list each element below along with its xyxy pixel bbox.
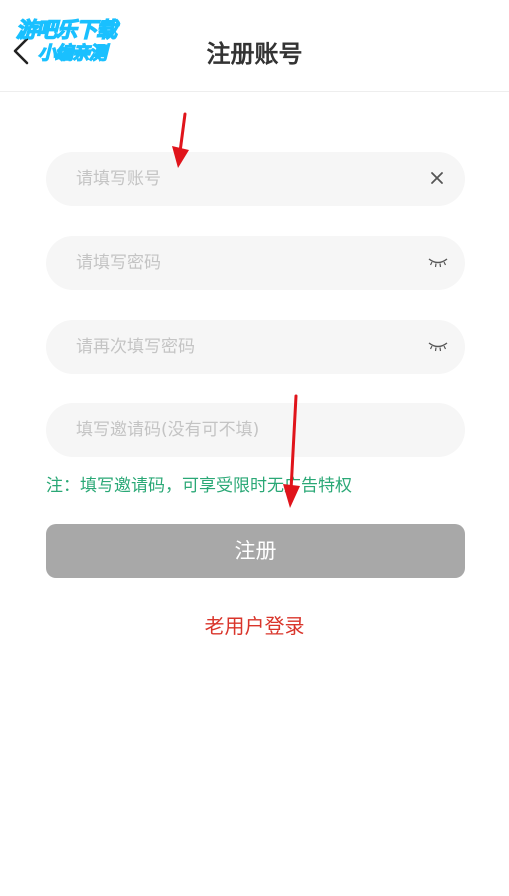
password-field[interactable] — [46, 236, 465, 290]
account-field[interactable] — [46, 152, 465, 206]
eye-closed-icon[interactable] — [427, 339, 449, 353]
old-user-login-link[interactable]: 老用户登录 — [0, 610, 509, 639]
confirm-password-field[interactable] — [46, 320, 465, 374]
close-icon[interactable] — [429, 170, 445, 186]
eye-closed-icon[interactable] — [427, 255, 449, 269]
header-bar: 游吧乐下载 小编亲测 注册账号 — [0, 0, 509, 92]
invite-code-input[interactable] — [76, 403, 406, 457]
register-button[interactable]: 注册 — [46, 524, 465, 578]
confirm-password-input[interactable] — [76, 320, 406, 374]
invite-code-field[interactable] — [46, 403, 465, 457]
page-title: 注册账号 — [206, 40, 303, 68]
invite-note: 注：填写邀请码，可享受限时无广告特权 — [46, 476, 352, 496]
password-input[interactable] — [76, 236, 406, 290]
account-input[interactable] — [76, 152, 406, 206]
